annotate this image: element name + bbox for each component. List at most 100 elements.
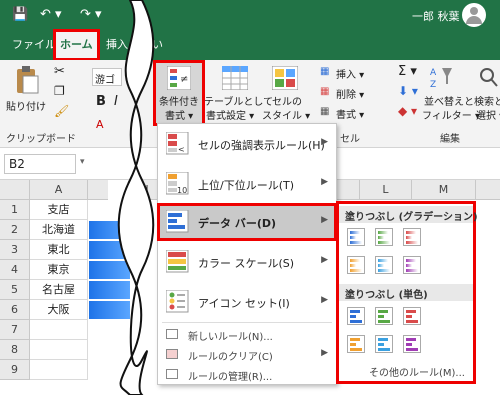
svg-text:Z: Z [430, 80, 436, 90]
cell-a[interactable]: 名古屋 [30, 280, 88, 300]
menu-item-manage-rules[interactable]: ルールの管理(R)... [158, 364, 336, 384]
menu-item-top-bottom-rules[interactable]: 10 上位/下位ルール(T) ▶ [158, 166, 336, 202]
column-header-m[interactable]: M [412, 180, 476, 200]
find-select-icon[interactable] [478, 66, 500, 93]
cell-style-icon[interactable] [271, 65, 299, 93]
undo-icon[interactable]: ↶ ▾ [40, 7, 62, 22]
gradient-data-bar-option[interactable] [375, 256, 393, 274]
find-select-label-2[interactable]: 選択 ▾ [476, 107, 500, 122]
cell-a[interactable] [30, 320, 88, 340]
row-header[interactable]: 5 [0, 280, 30, 300]
cut-icon[interactable]: ✂ [54, 64, 65, 79]
sort-filter-label-2[interactable]: フィルター ▾ [422, 107, 480, 122]
icon-set-icon [166, 290, 189, 313]
save-icon[interactable]: 💾 [12, 7, 28, 22]
format-painter-icon[interactable]: 🖌 [54, 104, 69, 118]
clipboard-group-label: クリップボード [6, 134, 76, 145]
insert-cells-button[interactable]: 挿入 ▾ [336, 66, 364, 81]
row-header[interactable]: 6 [0, 300, 30, 320]
data-bar-icon [166, 210, 189, 233]
gradient-fill-header: 塗りつぶし (グラデーション) [339, 206, 478, 223]
gradient-data-bar-option[interactable] [347, 256, 365, 274]
title-bar: 💾 ↶ ▾ ↷ ▾ 一郎 秋葉 [0, 0, 500, 30]
paste-icon[interactable] [14, 66, 40, 96]
solid-data-bar-option[interactable] [403, 335, 421, 353]
solid-data-bar-option[interactable] [347, 307, 365, 325]
cell-a[interactable]: 支店 [30, 200, 88, 220]
autosum-button[interactable]: Σ ▾ [398, 64, 417, 79]
row-header[interactable]: 9 [0, 360, 30, 380]
table-format-label-2[interactable]: 書式設定 ▾ [206, 107, 254, 122]
menu-item-label: 上位/下位ルール(T) [198, 179, 295, 192]
gradient-data-bar-option[interactable] [347, 228, 365, 246]
menu-item-icon-set[interactable]: アイコン セット(I) ▶ [158, 284, 336, 320]
paste-label[interactable]: 貼り付け [6, 98, 46, 113]
top-bottom-rules-icon: 10 [166, 172, 189, 195]
gradient-data-bar-option[interactable] [403, 228, 421, 246]
column-header-a[interactable]: A [30, 180, 88, 200]
cell-a[interactable]: 東北 [30, 240, 88, 260]
row-header[interactable]: 7 [0, 320, 30, 340]
cell-a[interactable]: 東京 [30, 260, 88, 280]
column-header-l[interactable]: L [360, 180, 412, 200]
cell-a[interactable]: 北海道 [30, 220, 88, 240]
menu-item-clear-rules[interactable]: ルールのクリア(C) ▶ [158, 344, 336, 364]
format-cells-icon[interactable]: ▦ [320, 106, 329, 117]
delete-cells-icon[interactable]: ▦ [320, 86, 329, 97]
gradient-data-bar-option[interactable] [375, 228, 393, 246]
row-header[interactable]: 4 [0, 260, 30, 280]
column-header-n[interactable] [476, 180, 500, 200]
submenu-arrow-icon: ▶ [321, 177, 328, 187]
conditional-formatting-icon: ≠ [166, 65, 192, 93]
clear-icon[interactable]: ◆ ▾ [398, 104, 417, 118]
format-cells-button[interactable]: 書式 ▾ [336, 106, 364, 121]
cell-style-label-1[interactable]: セルの [272, 93, 302, 108]
menu-item-highlight-rules[interactable]: < セルの強調表示ルール(H) ▶ [158, 126, 336, 162]
table-format-icon[interactable] [221, 65, 249, 93]
screenshot-cut-wave [117, 0, 155, 395]
sort-filter-icon[interactable]: AZ [430, 64, 454, 93]
cell-a[interactable] [30, 340, 88, 360]
color-scale-icon [166, 250, 189, 273]
menu-item-data-bar[interactable]: データ バー(D) ▶ [157, 203, 337, 241]
solid-data-bar-option[interactable] [375, 307, 393, 325]
solid-data-bar-option[interactable] [403, 307, 421, 325]
copy-icon[interactable]: ❐ [54, 84, 65, 98]
tab-home[interactable]: ホーム [53, 29, 100, 61]
conditional-formatting-button[interactable]: ≠ 条件付き 書式 ▾ [153, 60, 205, 126]
sort-filter-label-1[interactable]: 並べ替えと [424, 93, 474, 108]
avatar[interactable] [462, 3, 486, 27]
svg-text:<: < [178, 145, 185, 154]
ribbon-tabs: ファイル ホーム 挿入 ださい [0, 29, 500, 61]
row-header[interactable]: 8 [0, 340, 30, 360]
submenu-arrow-icon: ▶ [321, 348, 328, 358]
row-header[interactable]: 2 [0, 220, 30, 240]
menu-item-new-rule[interactable]: 新しいルール(N)... [158, 324, 336, 344]
solid-fill-header: 塗りつぶし (単色) [339, 284, 473, 301]
menu-item-label: アイコン セット(I) [198, 297, 290, 310]
manage-rules-icon [166, 369, 178, 379]
select-all-corner[interactable] [0, 180, 30, 200]
delete-cells-button[interactable]: 削除 ▾ [336, 86, 364, 101]
cell-a[interactable] [30, 360, 88, 380]
solid-data-bar-option[interactable] [375, 335, 393, 353]
menu-item-color-scale[interactable]: カラー スケール(S) ▶ [158, 244, 336, 280]
fill-icon[interactable]: ⬇ ▾ [398, 84, 418, 98]
svg-text:≠: ≠ [180, 74, 188, 85]
name-box[interactable]: B2 [4, 154, 76, 174]
redo-icon[interactable]: ↷ ▾ [80, 7, 102, 22]
menu-item-label: セルの強調表示ルール(H) [198, 139, 325, 152]
solid-data-bar-option[interactable] [347, 335, 365, 353]
more-rules-link[interactable]: その他のルール(M)... [369, 364, 465, 379]
table-format-label-1[interactable]: テーブルとして [204, 93, 273, 108]
svg-text:10: 10 [177, 186, 187, 195]
gradient-data-bar-option[interactable] [403, 256, 421, 274]
cell-a[interactable]: 大阪 [30, 300, 88, 320]
insert-cells-icon[interactable]: ▦ [320, 66, 329, 77]
row-header[interactable]: 3 [0, 240, 30, 260]
cell-style-label-2[interactable]: スタイル ▾ [262, 107, 310, 122]
submenu-arrow-icon: ▶ [321, 137, 328, 147]
row-header[interactable]: 1 [0, 200, 30, 220]
find-select-label-1[interactable]: 検索と [474, 93, 500, 108]
name-box-dropdown-icon[interactable]: ▾ [80, 157, 85, 167]
